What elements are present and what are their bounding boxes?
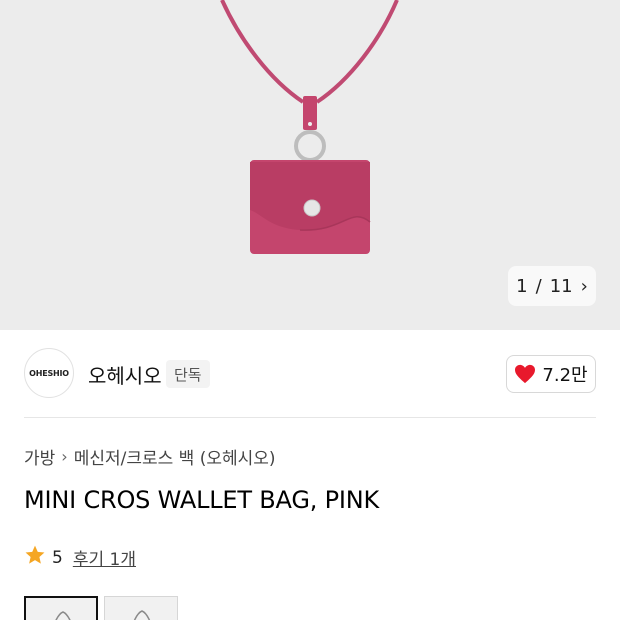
like-count: 7.2만 <box>542 365 588 386</box>
divider <box>24 417 596 418</box>
breadcrumb-item-subcategory[interactable]: 메신저/크로스 백 (오헤시오) <box>74 444 276 469</box>
review-link[interactable]: 후기 1개 <box>73 545 136 570</box>
breadcrumb-item-category[interactable]: 가방 <box>24 444 55 469</box>
counter-current: 1 <box>516 275 528 297</box>
brand-logo[interactable]: OHESHIO <box>24 348 74 398</box>
exclusive-badge: 단독 <box>166 360 210 388</box>
chevron-right-icon: › <box>580 275 588 297</box>
counter-separator: / <box>535 275 542 297</box>
thumbnail-item[interactable] <box>24 596 98 620</box>
thumbnail-item[interactable] <box>104 596 178 620</box>
like-button[interactable]: 7.2만 <box>506 355 596 393</box>
brand-name[interactable]: 오헤시오 <box>88 360 162 389</box>
rating-row: 5 후기 1개 <box>24 544 136 571</box>
chevron-right-icon: › <box>61 447 68 466</box>
counter-total: 11 <box>549 275 573 297</box>
product-title: MINI CROS WALLET BAG, PINK <box>24 486 380 514</box>
heart-icon <box>514 364 536 384</box>
thumbnail-strip <box>24 596 178 620</box>
brand-logo-text: OHESHIO <box>29 368 69 378</box>
brand-row: OHESHIO 오헤시오 단독 7.2만 <box>0 330 620 418</box>
rating-score: 5 <box>52 547 63 568</box>
image-counter[interactable]: 1 / 11 › <box>508 266 596 306</box>
breadcrumb: 가방 › 메신저/크로스 백 (오헤시오) <box>24 444 276 469</box>
product-image-gallery[interactable]: 1 / 11 › <box>0 0 620 330</box>
star-icon <box>24 544 46 571</box>
